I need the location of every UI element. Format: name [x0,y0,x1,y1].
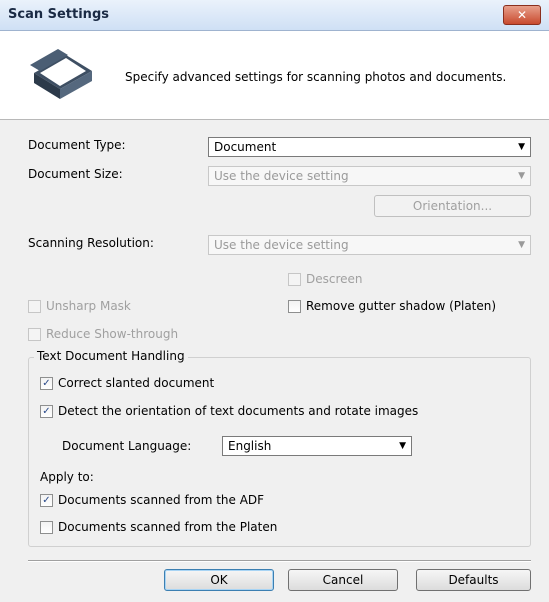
correct-slanted-checkbox[interactable]: ✓ [40,377,53,390]
from-platen-checkbox[interactable] [40,521,53,534]
close-button[interactable]: ✕ [503,5,541,25]
detect-orientation-checkbox[interactable]: ✓ [40,405,53,418]
chevron-down-icon: ▼ [518,142,525,152]
document-language-label: Document Language: [62,439,192,453]
detect-orientation-label: Detect the orientation of text documents… [58,404,419,418]
from-adf-label: Documents scanned from the ADF [58,493,265,507]
check-icon: ✓ [42,378,51,389]
remove-gutter-shadow-label: Remove gutter shadow (Platen) [306,299,497,313]
title-bar: Scan Settings ✕ [0,0,549,31]
scanning-resolution-label: Scanning Resolution: [28,236,154,250]
text-document-handling-title: Text Document Handling [34,349,188,363]
document-size-select[interactable]: Use the device setting ▼ [208,166,531,186]
unsharp-mask-label: Unsharp Mask [46,299,131,313]
chevron-down-icon: ▼ [399,441,406,451]
scanning-resolution-value: Use the device setting [214,238,349,252]
reduce-show-through-checkbox[interactable] [28,328,41,341]
footer-separator [28,560,531,562]
document-size-value: Use the device setting [214,169,349,183]
document-type-value: Document [214,140,277,154]
correct-slanted-label: Correct slanted document [58,376,215,390]
from-platen-label: Documents scanned from the Platen [58,520,278,534]
document-type-select[interactable]: Document ▼ [208,137,531,157]
scanner-icon [30,49,92,99]
check-icon: ✓ [42,495,51,506]
unsharp-mask-checkbox[interactable] [28,300,41,313]
apply-to-label: Apply to: [40,470,94,484]
header-description: Specify advanced settings for scanning p… [125,70,507,84]
ok-button[interactable]: OK [164,569,274,591]
defaults-button[interactable]: Defaults [416,569,531,591]
chevron-down-icon: ▼ [518,171,525,181]
check-icon: ✓ [42,406,51,417]
from-adf-checkbox[interactable]: ✓ [40,494,53,507]
descreen-label: Descreen [306,272,363,286]
window-title: Scan Settings [8,7,109,22]
document-size-label: Document Size: [28,167,123,181]
close-icon: ✕ [516,8,528,22]
reduce-show-through-label: Reduce Show-through [46,327,179,341]
remove-gutter-shadow-checkbox[interactable] [288,300,301,313]
cancel-button[interactable]: Cancel [288,569,398,591]
scanning-resolution-select[interactable]: Use the device setting ▼ [208,235,531,255]
document-language-value: English [228,439,272,453]
document-language-select[interactable]: English ▼ [222,436,412,456]
chevron-down-icon: ▼ [518,240,525,250]
document-type-label: Document Type: [28,138,126,152]
dialog-header: Specify advanced settings for scanning p… [0,31,549,120]
orientation-button[interactable]: Orientation... [374,195,531,217]
descreen-checkbox[interactable] [288,273,301,286]
